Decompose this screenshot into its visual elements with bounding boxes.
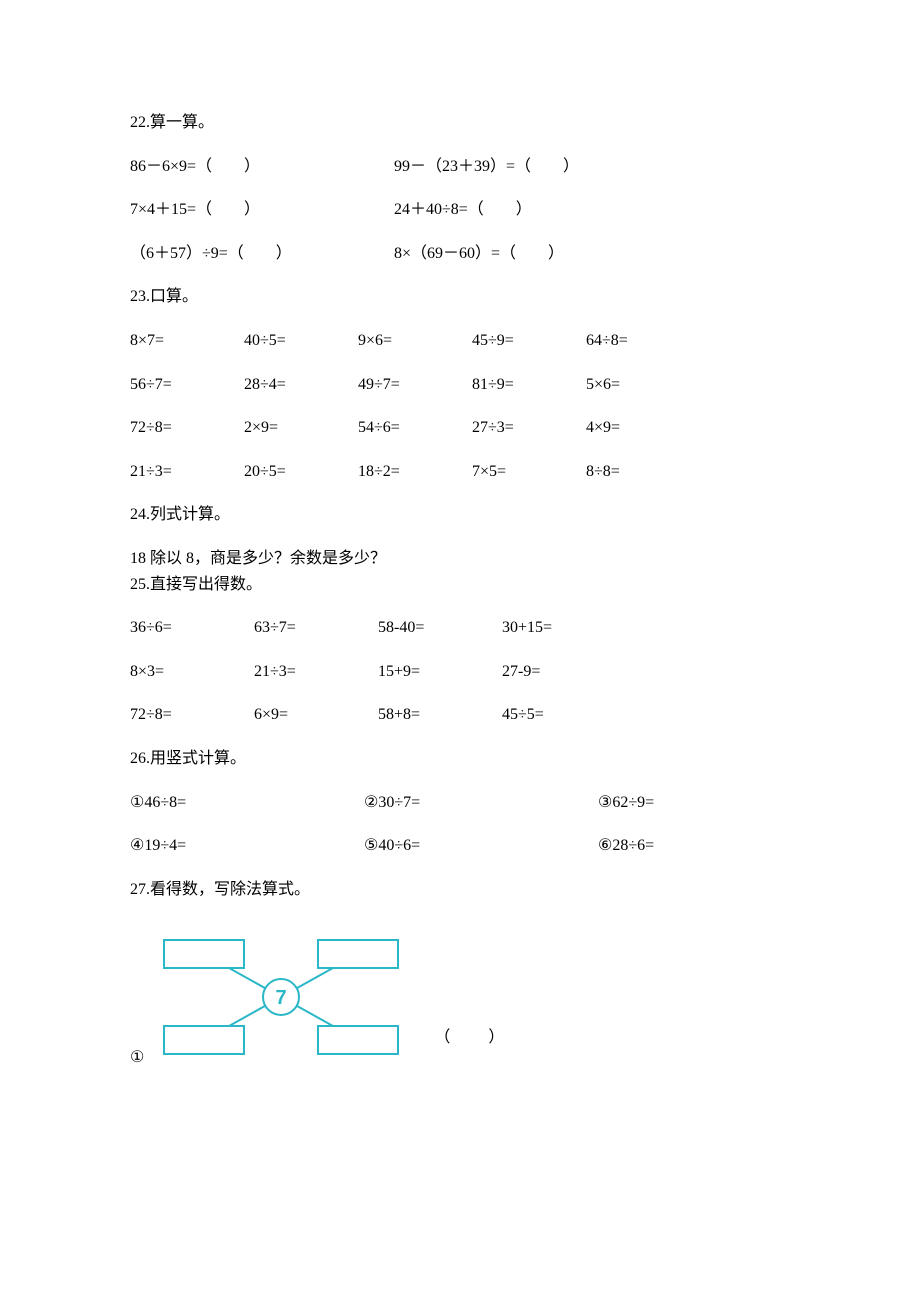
q26-expr: ④19÷4= bbox=[130, 833, 360, 859]
q27-after-diagram: （ ） bbox=[434, 1025, 506, 1051]
q23-expr: 21÷3= bbox=[130, 459, 240, 485]
q27-circle-num: ① bbox=[130, 1045, 144, 1071]
q25-expr: 63÷7= bbox=[254, 615, 374, 641]
q23-row-2: 72÷8= 2×9= 54÷6= 27÷3= 4×9= bbox=[130, 415, 790, 441]
q22-row-2: （6＋57）÷9=（ ） 8×（69－60）=（ ） bbox=[130, 241, 790, 267]
q23-expr: 40÷5= bbox=[244, 328, 354, 354]
q23-expr: 49÷7= bbox=[358, 372, 468, 398]
q26-expr: ⑤40÷6= bbox=[364, 833, 594, 859]
q25-expr: 27-9= bbox=[502, 659, 622, 685]
q23-row-0: 8×7= 40÷5= 9×6= 45÷9= 64÷8= bbox=[130, 328, 790, 354]
q23-expr: 28÷4= bbox=[244, 372, 354, 398]
q22-expr: 8×（69－60）=（ ） bbox=[394, 241, 654, 267]
q23-expr: 64÷8= bbox=[586, 328, 696, 354]
q27-prompt: 27.看得数，写除法算式。 bbox=[130, 877, 790, 903]
q24-line1: 18 除以 8，商是多少？余数是多少？ bbox=[130, 546, 790, 572]
q25-expr: 8×3= bbox=[130, 659, 250, 685]
q23-expr: 5×6= bbox=[586, 372, 696, 398]
q26-expr: ②30÷7= bbox=[364, 790, 594, 816]
q25-expr: 6×9= bbox=[254, 702, 374, 728]
q26-expr: ③62÷9= bbox=[598, 790, 748, 816]
q25-expr: 36÷6= bbox=[130, 615, 250, 641]
q22-row-1: 7×4＋15=（ ） 24＋40÷8=（ ） bbox=[130, 197, 790, 223]
q23-prompt: 23.口算。 bbox=[130, 284, 790, 310]
q25-row-0: 36÷6= 63÷7= 58-40= 30+15= bbox=[130, 615, 790, 641]
q26-expr: ①46÷8= bbox=[130, 790, 360, 816]
q26-prompt: 26.用竖式计算。 bbox=[130, 746, 790, 772]
q26-row-0: ①46÷8= ②30÷7= ③62÷9= bbox=[130, 790, 790, 816]
q23-expr: 72÷8= bbox=[130, 415, 240, 441]
q22-expr: 24＋40÷8=（ ） bbox=[394, 197, 654, 223]
q23-expr: 8×7= bbox=[130, 328, 240, 354]
q23-expr: 27÷3= bbox=[472, 415, 582, 441]
q23-row-1: 56÷7= 28÷4= 49÷7= 81÷9= 5×6= bbox=[130, 372, 790, 398]
q25-row-2: 72÷8= 6×9= 58+8= 45÷5= bbox=[130, 702, 790, 728]
q23-expr: 54÷6= bbox=[358, 415, 468, 441]
q22-expr: 7×4＋15=（ ） bbox=[130, 197, 390, 223]
q23-expr: 7×5= bbox=[472, 459, 582, 485]
diagram-center-value: 7 bbox=[276, 987, 287, 1009]
q25-expr: 15+9= bbox=[378, 659, 498, 685]
q23-expr: 2×9= bbox=[244, 415, 354, 441]
division-diagram-icon: 7 bbox=[156, 932, 406, 1071]
q27-diagram-row: ① 7 （ ） bbox=[130, 932, 790, 1071]
q25-expr: 58-40= bbox=[378, 615, 498, 641]
q23-expr: 56÷7= bbox=[130, 372, 240, 398]
q22-expr: 86－6×9=（ ） bbox=[130, 154, 390, 180]
q23-expr: 9×6= bbox=[358, 328, 468, 354]
q22-prompt: 22.算一算。 bbox=[130, 110, 790, 136]
q26-row-1: ④19÷4= ⑤40÷6= ⑥28÷6= bbox=[130, 833, 790, 859]
q24-prompt: 24.列式计算。 bbox=[130, 502, 790, 528]
q25-expr: 58+8= bbox=[378, 702, 498, 728]
q25-prompt: 25.直接写出得数。 bbox=[130, 572, 790, 598]
q23-expr: 8÷8= bbox=[586, 459, 696, 485]
q25-expr: 21÷3= bbox=[254, 659, 374, 685]
q25-expr: 45÷5= bbox=[502, 702, 622, 728]
q25-expr: 72÷8= bbox=[130, 702, 250, 728]
q25-row-1: 8×3= 21÷3= 15+9= 27-9= bbox=[130, 659, 790, 685]
q23-row-3: 21÷3= 20÷5= 18÷2= 7×5= 8÷8= bbox=[130, 459, 790, 485]
q23-expr: 81÷9= bbox=[472, 372, 582, 398]
q22-expr: （6＋57）÷9=（ ） bbox=[130, 241, 390, 267]
q23-expr: 45÷9= bbox=[472, 328, 582, 354]
q23-expr: 4×9= bbox=[586, 415, 696, 441]
q22-expr: 99－（23＋39）=（ ） bbox=[394, 154, 654, 180]
q23-expr: 18÷2= bbox=[358, 459, 468, 485]
q23-expr: 20÷5= bbox=[244, 459, 354, 485]
q22-row-0: 86－6×9=（ ） 99－（23＋39）=（ ） bbox=[130, 154, 790, 180]
q25-expr: 30+15= bbox=[502, 615, 622, 641]
q26-expr: ⑥28÷6= bbox=[598, 833, 748, 859]
